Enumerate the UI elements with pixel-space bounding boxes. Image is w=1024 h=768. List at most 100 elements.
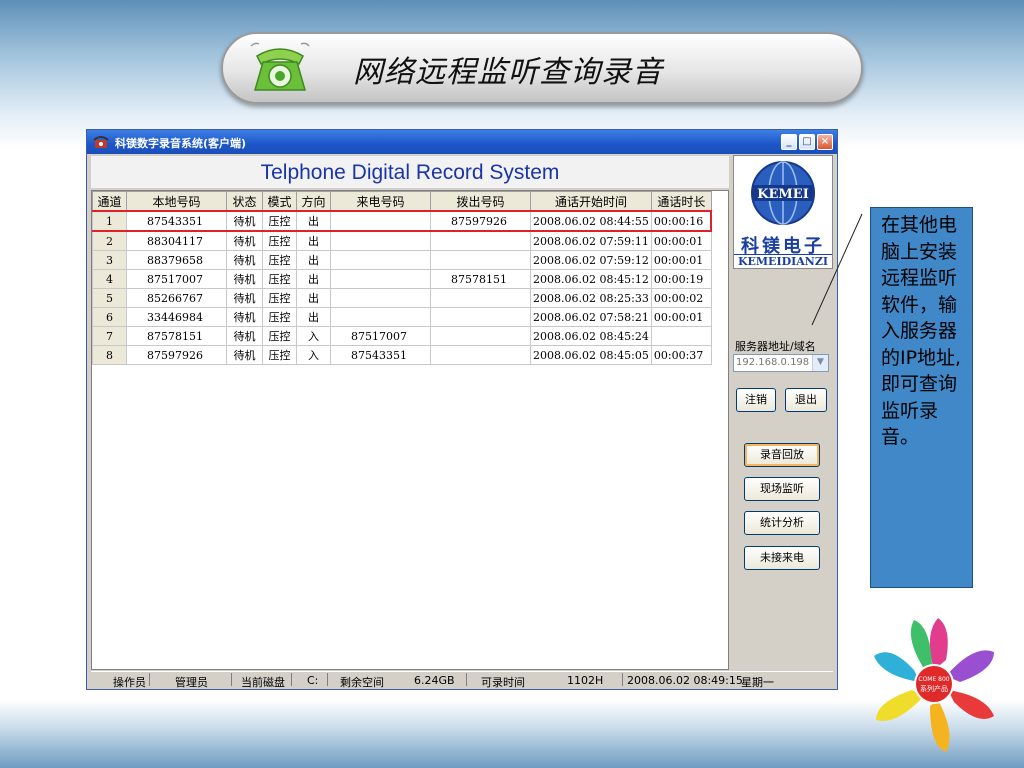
app-window: 科镁数字录音系统(客户端) _ □ × Telphone Digital Rec… — [86, 129, 838, 690]
table-cell-incoming — [330, 230, 431, 251]
missed-calls-button[interactable]: 未接来电 — [744, 546, 820, 570]
table-cell-dir: 入 — [296, 326, 331, 346]
close-button[interactable]: × — [817, 134, 833, 150]
column-header[interactable]: 通道 — [92, 191, 127, 212]
globe-logo-icon: KEMEI — [751, 161, 815, 225]
window-titlebar[interactable]: 科镁数字录音系统(客户端) _ □ × — [87, 130, 837, 154]
table-cell-incoming — [330, 307, 431, 327]
table-cell-mode: 压控 — [262, 210, 297, 232]
maximize-button[interactable]: □ — [799, 134, 815, 150]
table-cell-status: 待机 — [226, 210, 263, 232]
table-cell-mode: 压控 — [262, 230, 297, 251]
table-cell-mode: 压控 — [262, 307, 297, 327]
column-header[interactable]: 通话开始时间 — [530, 191, 652, 212]
table-cell-status: 待机 — [226, 230, 263, 251]
call-table: 通道 本地号码 状态 模式 方向 来电号码 拨出号码 通话开始时间 通话时长 1… — [92, 191, 713, 365]
table-cell-ch: 1 — [92, 210, 127, 232]
table-row[interactable]: 5 85266767 待机 压控出 2008.06.02 08:25:33 00:00:0… — [92, 288, 712, 308]
table-cell-outgoing — [430, 307, 531, 327]
table-cell-start: 2008.06.02 08:45:12 — [530, 269, 652, 289]
column-header[interactable]: 本地号码 — [126, 191, 227, 212]
table-cell-dur: 00:00:01 — [650, 230, 712, 251]
table-cell-dur: 00:00:01 — [650, 250, 712, 270]
table-cell-start: 2008.06.02 07:59:11 — [530, 230, 652, 251]
table-cell-incoming — [330, 250, 431, 270]
table-cell-ch: 4 — [92, 269, 127, 289]
weekday-value: 星期一 — [741, 676, 774, 689]
column-header[interactable]: 拨出号码 — [430, 191, 531, 212]
column-header[interactable]: 通话时长 — [650, 191, 712, 212]
table-cell-status: 待机 — [226, 288, 263, 308]
column-header[interactable]: 来电号码 — [330, 191, 431, 212]
table-cell-incoming — [330, 288, 431, 308]
table-cell-status: 待机 — [226, 250, 263, 270]
table-cell-ch: 8 — [92, 345, 127, 365]
status-bar: 操作员 管理员 当前磁盘 C: 剩余空间 6.24GB 可录时间 1102H 2… — [91, 671, 833, 689]
operator-label: 操作员 — [113, 676, 146, 689]
control-panel: KEMEI 科镁电子 KEMEIDIANZI 服务器地址/域名 192.168.… — [731, 154, 835, 670]
table-cell-local: 88304117 — [126, 230, 227, 251]
table-cell-start: 2008.06.02 07:58:21 — [530, 307, 652, 327]
table-row[interactable]: 1 87543351 待机 压控出 87597926 2008.06.02 08:44:5… — [92, 210, 713, 232]
table-cell-dur: 00:00:37 — [650, 345, 712, 365]
table-cell-outgoing — [430, 326, 531, 346]
server-address-value: 192.168.0.198 — [736, 357, 810, 368]
server-address-label: 服务器地址/域名 — [735, 340, 816, 353]
column-header[interactable]: 模式 — [262, 191, 297, 212]
table-cell-ch: 7 — [92, 326, 127, 346]
table-row[interactable]: 7 87578151 待机 压控入 87517007 2008.06.02 08:45:2… — [92, 326, 712, 346]
minimize-button[interactable]: _ — [781, 134, 797, 150]
telephone-icon — [250, 42, 310, 91]
table-row[interactable]: 8 87597926 待机 压控入 87543351 2008.06.02 08:45:0… — [92, 345, 712, 365]
app-phone-icon — [93, 136, 109, 148]
table-cell-local: 87578151 — [126, 326, 227, 346]
table-cell-local: 88379658 — [126, 250, 227, 270]
table-row[interactable]: 2 88304117 待机 压控出 2008.06.02 07:59:11 00:00:0… — [92, 230, 712, 251]
table-cell-start: 2008.06.02 08:45:05 — [530, 345, 652, 365]
statistics-button[interactable]: 统计分析 — [744, 511, 820, 535]
table-cell-dur: 00:00:19 — [650, 269, 712, 289]
table-cell-dir: 出 — [296, 250, 331, 270]
table-cell-dir: 入 — [296, 345, 331, 365]
logout-button[interactable]: 注销 — [736, 388, 776, 412]
call-record-grid[interactable]: 通道 本地号码 状态 模式 方向 来电号码 拨出号码 通话开始时间 通话时长 1… — [91, 190, 729, 670]
table-cell-status: 待机 — [226, 326, 263, 346]
table-row[interactable]: 6 33446984 待机 压控出 2008.06.02 07:58:21 00:00:0… — [92, 307, 712, 327]
table-cell-status: 待机 — [226, 345, 263, 365]
table-cell-mode: 压控 — [262, 326, 297, 346]
emblem-bottom-text: 系列产品 — [920, 684, 948, 693]
app-title: Telphone Digital Record System — [260, 161, 560, 184]
table-row[interactable]: 4 87517007 待机 压控出 87578151 2008.06.02 08:45:1… — [92, 269, 712, 289]
record-time-value: 1102H — [567, 674, 604, 687]
disk-label: 当前磁盘 — [241, 676, 285, 689]
table-cell-mode: 压控 — [262, 250, 297, 270]
table-cell-dur: 00:00:01 — [650, 307, 712, 327]
column-header[interactable]: 方向 — [296, 191, 331, 212]
company-logo: KEMEI 科镁电子 KEMEIDIANZI — [733, 155, 833, 269]
record-time-label: 可录时间 — [481, 676, 525, 689]
logo-text: KEMEI — [757, 187, 809, 202]
table-cell-dir: 出 — [296, 230, 331, 251]
chevron-down-icon[interactable]: ▼ — [812, 355, 828, 371]
table-cell-status: 待机 — [226, 307, 263, 327]
playback-button[interactable]: 录音回放 — [744, 443, 820, 467]
exit-button[interactable]: 退出 — [785, 388, 827, 412]
table-cell-local: 87543351 — [126, 210, 227, 232]
table-header-row: 通道 本地号码 状态 模式 方向 来电号码 拨出号码 通话开始时间 通话时长 — [92, 191, 712, 212]
table-row[interactable]: 3 88379658 待机 压控出 2008.06.02 07:59:12 00:00:0… — [92, 250, 712, 270]
table-cell-dur: 00:00:16 — [650, 210, 713, 232]
window-title: 科镁数字录音系统(客户端) — [115, 137, 247, 150]
table-cell-dir: 出 — [296, 269, 331, 289]
product-series-emblem: COME 800 系列产品 — [874, 618, 994, 752]
table-cell-incoming: 87543351 — [330, 345, 431, 365]
column-header[interactable]: 状态 — [226, 191, 263, 212]
server-address-combo[interactable]: 192.168.0.198 ▼ — [733, 354, 829, 372]
table-cell-dir: 出 — [296, 210, 331, 232]
emblem-top-text: COME 800 — [918, 676, 949, 683]
table-cell-incoming — [330, 210, 431, 232]
table-cell-outgoing — [430, 345, 531, 365]
table-cell-dir: 出 — [296, 288, 331, 308]
live-monitor-button[interactable]: 现场监听 — [744, 477, 820, 501]
table-cell-status: 待机 — [226, 269, 263, 289]
table-cell-start: 2008.06.02 08:25:33 — [530, 288, 652, 308]
